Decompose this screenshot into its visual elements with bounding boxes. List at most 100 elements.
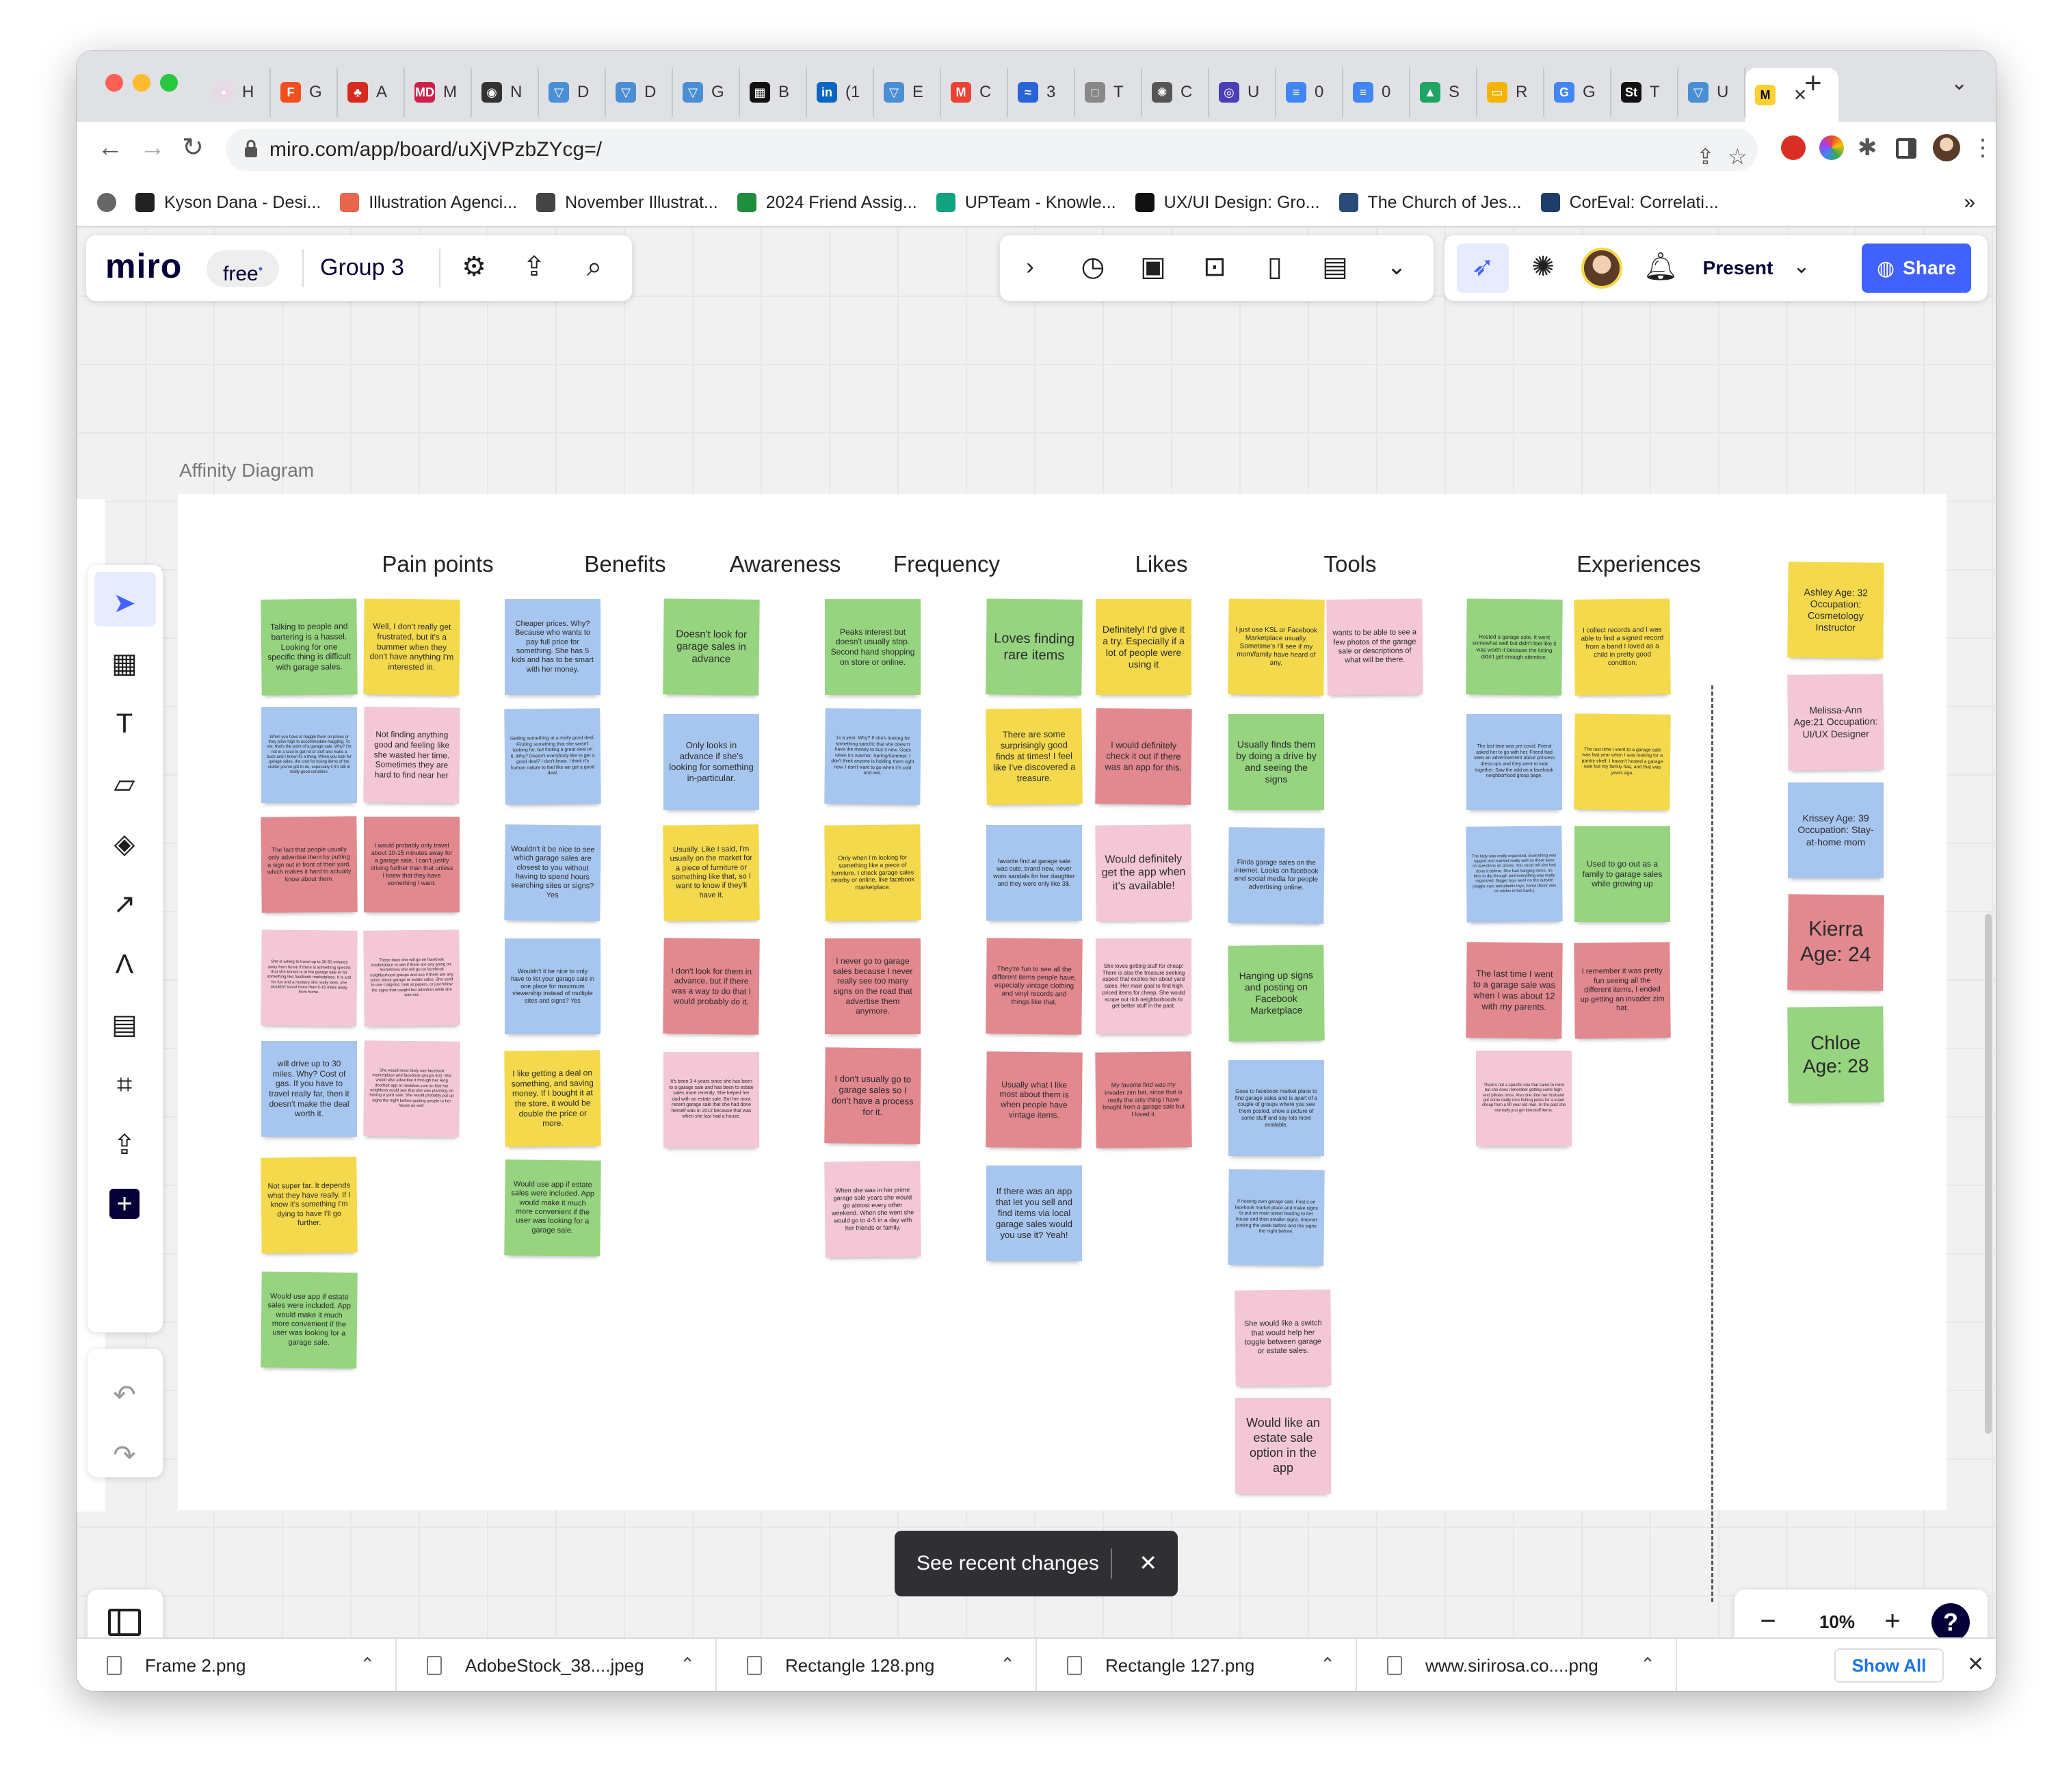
help-button[interactable]: ? — [1931, 1603, 1970, 1637]
download-options-chevron-icon[interactable]: ⌃ — [1640, 1654, 1655, 1675]
browser-tab[interactable]: St T — [1611, 68, 1678, 117]
sticky-note[interactable]: The last time was pre-covid. Friend aske… — [1466, 714, 1562, 810]
tab-search-chevron-icon[interactable]: ⌄ — [1951, 71, 1968, 95]
back-arrow-icon[interactable]: ← — [97, 133, 123, 163]
sticky-note[interactable]: When she was in her prime garage sale ye… — [824, 1161, 921, 1258]
sticky-note[interactable]: 1x a year. Why? If she's looking for som… — [824, 708, 921, 805]
vertical-scrollbar[interactable] — [1985, 914, 1992, 1434]
download-item[interactable]: Frame 2.png ⌃ — [77, 1639, 397, 1691]
sticky-note[interactable]: The fact that people usually only advert… — [261, 816, 358, 913]
sticky-note[interactable]: Only when I'm looking for something like… — [824, 824, 921, 921]
browser-tab[interactable]: ✺ C — [1142, 68, 1209, 117]
browser-tab[interactable]: ▽ G — [673, 68, 740, 117]
browser-tab[interactable]: ▦ B — [740, 68, 807, 117]
download-item[interactable]: www.sirirosa.co....png ⌃ — [1357, 1639, 1677, 1691]
browser-tab[interactable]: ≡ 0 — [1276, 68, 1343, 117]
side-panel-icon[interactable] — [1896, 138, 1916, 159]
sticky-note[interactable]: Definitely! I'd give it a try. Especiall… — [1096, 599, 1191, 695]
sticky-note[interactable]: I don't usually go to garage sales so I … — [824, 1047, 921, 1144]
close-downloads-icon[interactable]: ✕ — [1967, 1652, 1984, 1676]
sticky-note[interactable]: She would like a switch that would help … — [1235, 1289, 1332, 1386]
show-all-downloads-button[interactable]: Show All — [1834, 1648, 1944, 1683]
browser-tab[interactable]: GG — [1544, 68, 1611, 117]
new-tab-button[interactable]: + — [1804, 68, 1822, 98]
miro-logo[interactable]: miro — [105, 246, 182, 286]
user-avatar[interactable] — [1581, 248, 1622, 289]
browser-tab[interactable]: ◎ U — [1209, 68, 1276, 117]
sticky-note[interactable]: Not super far. It depends what they have… — [261, 1157, 358, 1254]
sticky-note[interactable]: Used to go out as a family to garage sal… — [1574, 826, 1670, 922]
bookmark-item[interactable]: November Illustrat... — [536, 193, 718, 213]
sticky-note[interactable]: I collect records and I was able to find… — [1574, 598, 1671, 696]
sticky-note[interactable]: Would like an estate sale option in the … — [1235, 1398, 1331, 1494]
undo-icon[interactable]: ↶ — [108, 1379, 141, 1412]
download-options-chevron-icon[interactable]: ⌃ — [680, 1654, 695, 1675]
pen-icon[interactable]: Λ — [108, 948, 141, 981]
browser-tab-active[interactable]: M ✕ — [1745, 68, 1838, 122]
sticky-note[interactable]: These days she will go on facebook marke… — [363, 930, 460, 1027]
sticky-note[interactable]: I don't look for them in advance, but if… — [663, 938, 760, 1035]
see-recent-changes-button[interactable]: See recent changes — [916, 1552, 1099, 1575]
sticky-note[interactable]: Chloe Age: 28 — [1787, 1006, 1884, 1103]
celebrate-icon[interactable]: ✺ — [1525, 250, 1561, 283]
download-item[interactable]: Rectangle 128.png ⌃ — [717, 1639, 1037, 1691]
sticky-note[interactable]: Would definitely get the app when it's a… — [1095, 824, 1192, 921]
sticky-note[interactable]: If hosting own garage sale. First it on … — [1228, 1169, 1325, 1266]
sticky-note[interactable]: Talking to people and bartering is a has… — [261, 598, 358, 696]
download-options-chevron-icon[interactable]: ⌃ — [1320, 1654, 1335, 1675]
arrow-icon[interactable]: ↗ — [108, 888, 141, 921]
sticky-note[interactable]: Well, I don't really get frustrated, but… — [363, 598, 460, 696]
close-icon[interactable]: ✕ — [1139, 1550, 1157, 1576]
browser-tab[interactable]: ♣ A — [338, 68, 405, 117]
sticky-note[interactable]: Getting something at a really good deal.… — [504, 708, 601, 805]
bookmark-item[interactable]: 2024 Friend Assig... — [737, 193, 917, 213]
browser-tab[interactable]: ▽ D — [606, 68, 673, 117]
sticky-note[interactable]: favorite find at garage sale was cute, b… — [986, 825, 1082, 921]
sticky-note[interactable]: Usually what I like most about them is w… — [986, 1051, 1083, 1148]
zoom-in-icon[interactable]: + — [1875, 1605, 1910, 1637]
bookmark-item[interactable]: UPTeam - Knowle... — [936, 193, 1116, 213]
sticky-note[interactable]: Kierra Age: 24 — [1787, 894, 1884, 991]
sticky-note[interactable]: When you have to haggle them on prices o… — [261, 707, 357, 803]
browser-tab[interactable]: FG — [271, 68, 338, 117]
templates-icon[interactable]: ▦ — [108, 647, 141, 680]
miro-board-canvas[interactable]: miro free• Group 3 ⚙ ⇪ ⌕ › ◷ ▣ ⊡ ▯ ▤ ⌄ ➶… — [77, 227, 1996, 1637]
text-icon[interactable]: T — [108, 707, 141, 740]
frame-icon[interactable]: ⌗ — [108, 1068, 141, 1101]
reload-icon[interactable]: ↻ — [182, 133, 204, 163]
sticky-note[interactable]: I never go to garage sales because I nev… — [825, 938, 921, 1034]
bookmark-item[interactable]: Kyson Dana - Desi... — [135, 193, 321, 213]
sticky-note[interactable]: Loves finding rare items — [986, 598, 1083, 696]
bookmark-star-icon[interactable]: ☆ — [1728, 144, 1747, 170]
sticky-note[interactable]: Hosted a garage sale. It went somewhat w… — [1466, 598, 1563, 696]
sticky-note-icon[interactable]: ▱ — [108, 767, 141, 800]
sidebar-panel-icon[interactable] — [108, 1609, 141, 1636]
sticky-note[interactable]: Wouldn't it be nice to only have to list… — [505, 938, 601, 1034]
share-page-icon[interactable]: ⇪ — [1696, 144, 1715, 170]
bookmark-item[interactable]: CorEval: Correlati... — [1540, 193, 1719, 213]
sticky-note[interactable]: She would most likely use facebook marke… — [363, 1040, 460, 1137]
sticky-note[interactable]: My favorite find was my invader zim hat,… — [1095, 1051, 1192, 1148]
column-heading[interactable]: Frequency — [844, 551, 1049, 577]
settings-gear-icon[interactable]: ⚙ — [457, 250, 491, 283]
present-options-chevron-icon[interactable]: ⌄ — [1786, 250, 1817, 283]
sticky-note[interactable]: She is willing to travel up to 30-50 min… — [261, 930, 358, 1027]
focus-icon[interactable]: ⊡ — [1198, 250, 1231, 283]
minimize-window-button[interactable] — [133, 74, 150, 92]
column-heading[interactable]: Experiences — [1536, 551, 1741, 577]
select-icon[interactable]: ➤ — [108, 587, 141, 620]
plan-badge[interactable]: free• — [207, 250, 280, 287]
notes-icon[interactable]: ▤ — [1319, 250, 1351, 283]
upload-icon[interactable]: ⇪ — [108, 1129, 141, 1161]
comment-icon[interactable]: ▤ — [108, 1008, 141, 1041]
more-chevrons-icon[interactable]: ⌄ — [1380, 250, 1413, 283]
sticky-note[interactable]: Krissey Age: 39 Occupation: Stay-at-home… — [1788, 782, 1884, 878]
browser-tab[interactable]: ▲ S — [1410, 68, 1477, 117]
sticky-note[interactable]: I like getting a deal on something, and … — [504, 1050, 601, 1147]
column-heading[interactable]: Tools — [1248, 551, 1453, 577]
sticky-note[interactable]: Would use app if estate sales were inclu… — [261, 1271, 358, 1369]
frame-title[interactable]: Affinity Diagram — [179, 460, 314, 482]
sticky-note[interactable]: Usually. Like I said, I'm usually on the… — [663, 824, 760, 921]
sticky-note[interactable]: Melissa-Ann Age:21 Occupation: UI/UX Des… — [1787, 674, 1884, 771]
column-heading[interactable]: Pain points — [335, 551, 540, 577]
